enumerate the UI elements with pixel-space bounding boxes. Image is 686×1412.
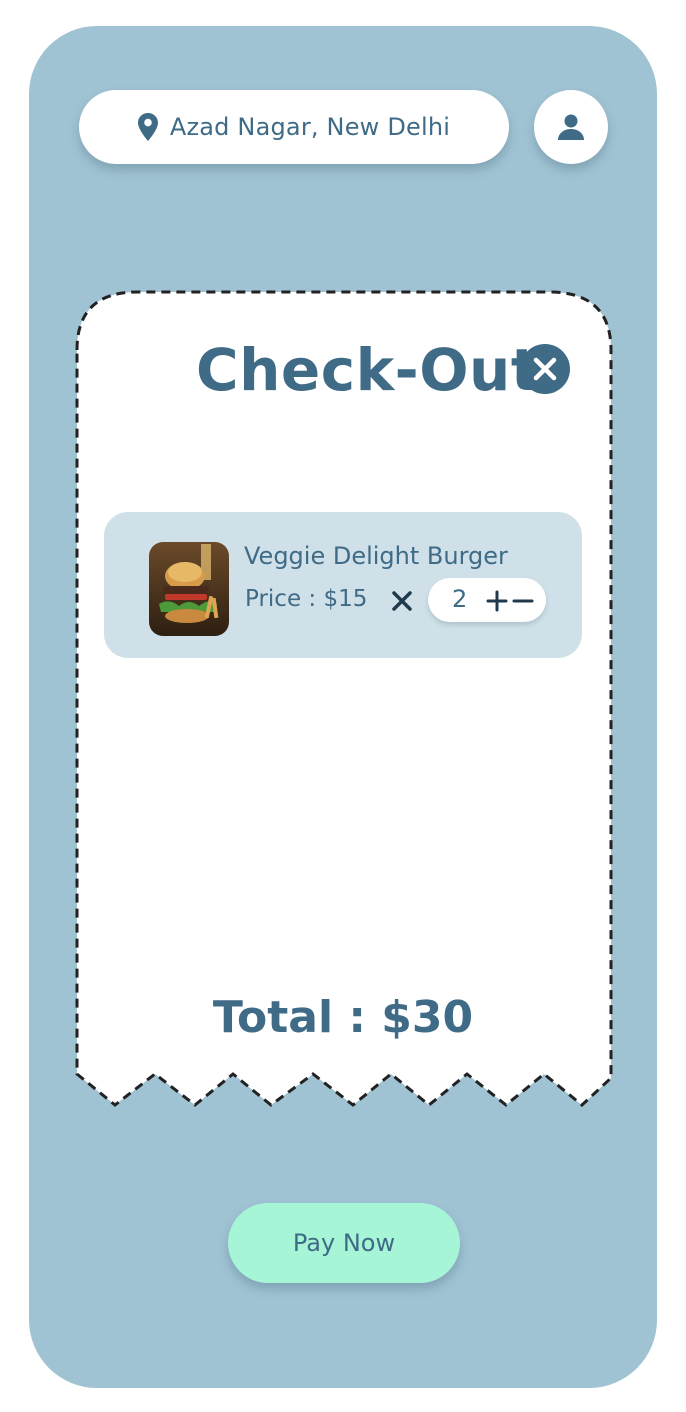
multiply-icon (392, 591, 412, 611)
close-button[interactable] (520, 344, 570, 394)
map-pin-icon (137, 113, 158, 141)
minus-icon[interactable] (512, 590, 534, 612)
item-name: Veggie Delight Burger (244, 542, 508, 570)
checkout-receipt (75, 290, 615, 1112)
burger-photo (149, 542, 229, 636)
location-text: Azad Nagar, New Delhi (169, 113, 451, 141)
quantity-value: 2 (452, 585, 468, 613)
item-price: Price : $15 (245, 586, 368, 612)
location-selector[interactable]: Azad Nagar, New Delhi (79, 90, 509, 164)
profile-button[interactable] (534, 90, 608, 164)
checkout-title: Check-Out (196, 336, 540, 404)
user-icon (558, 114, 584, 140)
pay-now-button[interactable]: Pay Now (228, 1203, 460, 1283)
plus-icon[interactable] (486, 590, 508, 612)
quantity-stepper: 2 (428, 578, 546, 622)
order-total: Total : $30 (212, 992, 474, 1043)
cart-item: Veggie Delight Burger Price : $15 2 (104, 512, 582, 658)
close-icon (533, 357, 557, 381)
